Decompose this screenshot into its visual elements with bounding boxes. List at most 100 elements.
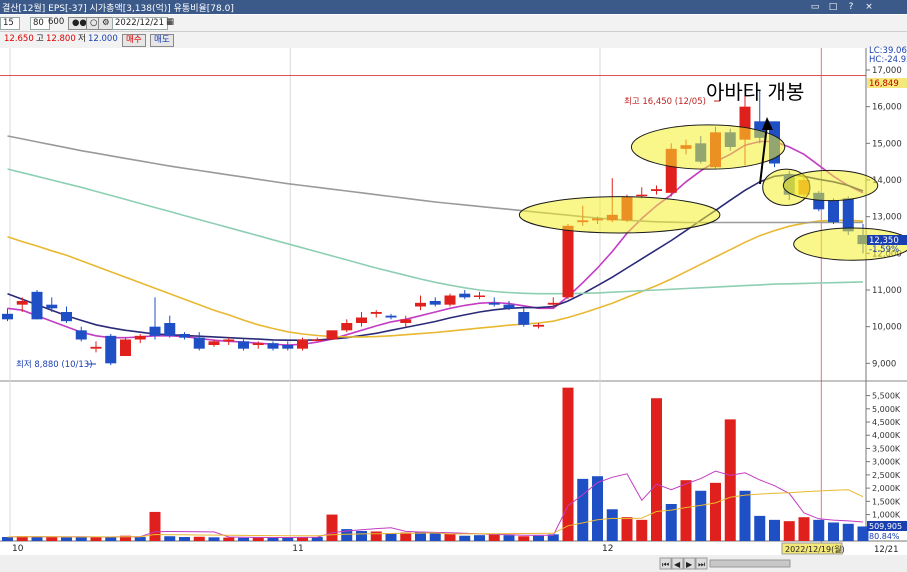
candle-body xyxy=(267,343,279,349)
candle-body xyxy=(149,326,161,336)
candle-body xyxy=(16,301,28,305)
price-tag: -1.59% xyxy=(869,245,899,255)
volume-bar xyxy=(31,536,43,541)
volume-bar xyxy=(739,490,751,541)
highlight-ellipse xyxy=(782,169,879,202)
x-tick-label: 10 xyxy=(12,544,24,554)
volume-bar xyxy=(754,515,766,541)
volume-bar xyxy=(370,531,382,541)
candle-body xyxy=(134,335,146,340)
volume-bar xyxy=(75,536,87,541)
vol-tick-label: 5,500K xyxy=(872,392,901,401)
candle-body xyxy=(518,312,530,325)
y-tick-label: 11,000 xyxy=(872,286,902,296)
volume-bar xyxy=(46,537,58,541)
y-tick-label: 13,000 xyxy=(872,213,902,223)
volume-bar xyxy=(326,514,338,541)
candle-body xyxy=(311,339,323,341)
y-tick-label: 17,000 xyxy=(872,66,902,76)
candle-body xyxy=(533,324,544,327)
vol-value-tag: 509,905 xyxy=(869,522,902,531)
candle-body xyxy=(562,225,574,298)
candle-body xyxy=(400,319,412,323)
volume-bar xyxy=(61,537,72,541)
volume-bar xyxy=(134,537,146,541)
volume-bar xyxy=(798,517,810,541)
high-annotation: 최고 16,450 (12/05) xyxy=(624,96,706,107)
volume-bar xyxy=(2,537,13,541)
candle-body xyxy=(105,335,117,364)
candle-body xyxy=(46,304,58,309)
candle-body xyxy=(31,291,43,320)
volume-bar xyxy=(724,419,736,541)
annotation-text: 아바타 개봉 xyxy=(706,80,805,104)
low-annotation: 최저 8,880 (10/13) xyxy=(16,359,93,370)
volume-bar xyxy=(651,398,662,541)
volume-bar xyxy=(828,522,839,541)
volume-bar xyxy=(208,537,220,541)
candle-body xyxy=(252,343,264,345)
candle-body xyxy=(547,302,559,305)
scrollbar-thumb[interactable] xyxy=(709,559,791,568)
candle-body xyxy=(297,339,308,349)
volume-bar xyxy=(606,509,618,541)
volume-bar xyxy=(783,521,795,541)
y-tick-label: 16,000 xyxy=(872,103,902,113)
volume-bar xyxy=(621,517,633,541)
price-tag: HC:-24.92 xyxy=(869,55,907,65)
candle-body xyxy=(208,341,220,345)
x-tick-label: 11 xyxy=(292,544,303,554)
candle-body xyxy=(651,189,662,191)
volume-bar xyxy=(356,530,367,541)
volume-bar xyxy=(459,535,471,541)
candle-body xyxy=(179,334,190,338)
volume-bar xyxy=(710,482,721,541)
volume-bar xyxy=(695,490,707,541)
volume-bar xyxy=(474,535,485,541)
volume-bar xyxy=(769,519,780,541)
volume-bar xyxy=(813,519,825,541)
candle-body xyxy=(444,295,456,305)
nav-controls: ⏮ ◀ ▶ ⏭ xyxy=(659,557,708,570)
volume-bar xyxy=(488,534,500,541)
candle-body xyxy=(459,293,471,298)
vol-tick-label: 4,000K xyxy=(872,431,901,440)
right-date-label: 12/21 xyxy=(874,545,899,555)
candle-body xyxy=(636,194,648,197)
candle-body xyxy=(415,302,426,307)
candle-body xyxy=(474,295,485,297)
volume-bar xyxy=(518,536,530,541)
y-tick-label: 10,000 xyxy=(872,323,902,333)
x-tick-label: 12 xyxy=(602,544,613,554)
volume-bar xyxy=(680,480,692,541)
volume-bar xyxy=(577,478,589,541)
vol-tick-label: 2,000K xyxy=(872,484,901,493)
volume-bar xyxy=(238,537,249,541)
candle-body xyxy=(341,323,353,331)
candle-body xyxy=(193,337,205,349)
vol-tick-label: 1,000K xyxy=(872,511,901,520)
nav-icon: ⏮ xyxy=(662,560,669,569)
candle-body xyxy=(370,312,382,314)
vol-tick-label: 3,000K xyxy=(872,458,901,467)
date-tag: 2022/12/19(월) xyxy=(785,544,845,554)
vol-percent-tag: 80.84% xyxy=(869,532,900,541)
candle-body xyxy=(488,302,500,305)
volume-bar xyxy=(223,537,235,541)
vol-tick-label: 3,500K xyxy=(872,444,901,453)
candle-body xyxy=(164,323,176,336)
volume-bar xyxy=(429,533,441,541)
candle-body xyxy=(61,312,72,322)
volume-bar xyxy=(533,535,544,541)
volume-bar xyxy=(193,536,205,541)
candle-body xyxy=(90,346,102,349)
highlight-ellipse xyxy=(518,196,721,234)
candle-body xyxy=(238,341,249,349)
volume-bar xyxy=(179,537,190,541)
candle-body xyxy=(842,198,854,232)
volume-bar xyxy=(149,511,161,541)
nav-icon: ◀ xyxy=(674,560,681,569)
vol-tick-label: 1,500K xyxy=(872,497,901,506)
volume-bar xyxy=(503,535,515,541)
candle-body xyxy=(282,345,294,349)
